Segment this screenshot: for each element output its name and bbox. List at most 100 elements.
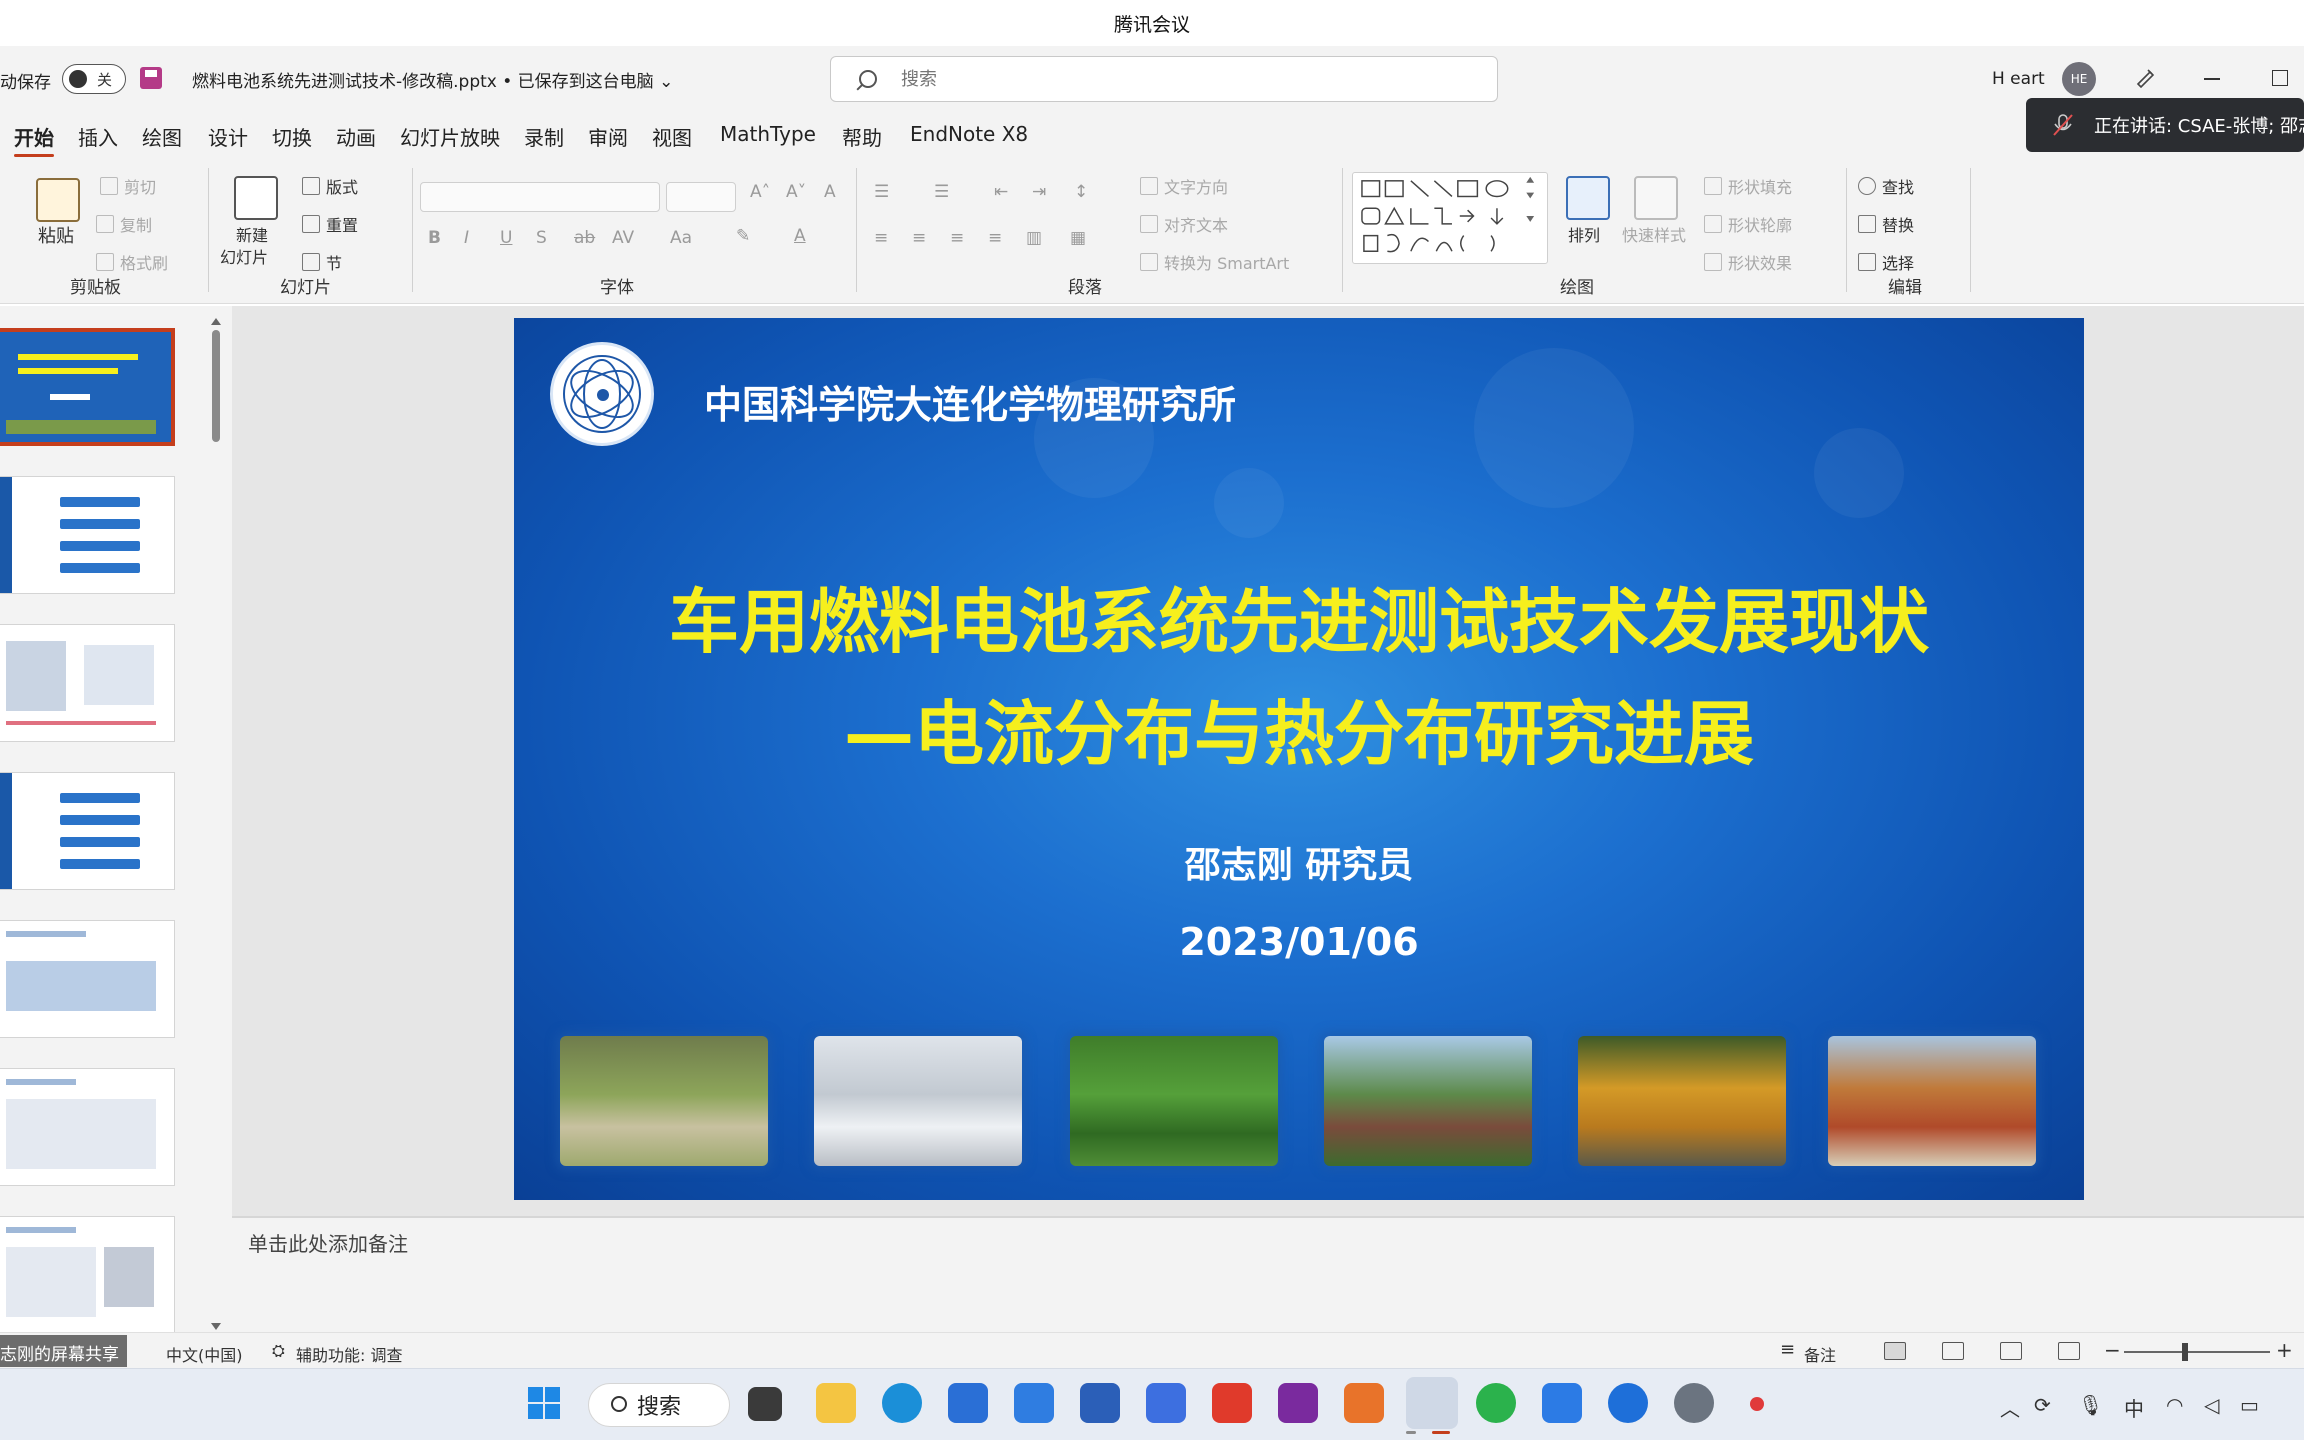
slide-thumbnail[interactable] <box>0 1068 175 1186</box>
strikethrough-icon[interactable]: ab <box>574 228 595 248</box>
format-painter-button[interactable]: 格式刷 <box>96 250 168 274</box>
tab-transitions[interactable]: 切换 <box>272 122 312 151</box>
ime-indicator[interactable]: 中 <box>2124 1393 2144 1422</box>
zoom-in-button[interactable]: + <box>2276 1338 2293 1362</box>
slide-thumbnail[interactable] <box>0 476 175 594</box>
shape-fill-button[interactable]: 形状填充 <box>1704 174 1792 198</box>
normal-view-icon[interactable] <box>1884 1342 1906 1360</box>
tray-chevron-icon[interactable]: ︿ <box>2000 1393 2020 1422</box>
taskbar-search[interactable]: 搜索 <box>588 1383 730 1427</box>
find-button[interactable]: 查找 <box>1858 174 1914 198</box>
copy-button[interactable]: 复制 <box>96 212 152 236</box>
institute-name[interactable]: 中国科学院大连化学物理研究所 <box>704 374 1236 429</box>
thumbnail-scrollbar[interactable] <box>210 318 222 1330</box>
campus-photo-winter[interactable] <box>814 1036 1022 1166</box>
language-status[interactable]: 中文(中国) <box>166 1342 243 1366</box>
paste-button[interactable]: 粘贴 <box>38 222 74 248</box>
slide-author[interactable]: 邵志刚 研究员 <box>514 836 2084 888</box>
font-size-box[interactable] <box>666 182 736 212</box>
align-text-button[interactable]: 对齐文本 <box>1140 212 1228 236</box>
reading-view-icon[interactable] <box>2000 1342 2022 1360</box>
document-title[interactable]: 燃料电池系统先进测试技术-修改稿.pptx • 已保存到这台电脑 ⌄ <box>192 67 673 92</box>
increase-indent-icon[interactable]: ⇥ <box>1032 182 1046 202</box>
wifi-icon[interactable]: ◠ <box>2166 1393 2183 1417</box>
clear-format-icon[interactable]: A <box>824 182 836 202</box>
matlab-icon[interactable] <box>1344 1383 1384 1423</box>
numbering-icon[interactable]: ☰ <box>934 182 949 202</box>
meeting-app-icon[interactable] <box>1542 1383 1582 1423</box>
word-icon[interactable] <box>1080 1383 1120 1423</box>
slide-title[interactable]: 车用燃料电池系统先进测试技术发展现状 <box>514 566 2084 667</box>
wps-icon[interactable] <box>1212 1383 1252 1423</box>
search-input[interactable] <box>901 65 1461 93</box>
italic-button[interactable]: I <box>464 228 469 248</box>
search-box[interactable] <box>830 56 1498 102</box>
tab-insert[interactable]: 插入 <box>78 122 118 151</box>
active-app-icon[interactable] <box>1406 1377 1458 1429</box>
quick-styles-icon[interactable] <box>1634 176 1678 220</box>
slide-sorter-icon[interactable] <box>1942 1342 1964 1360</box>
tab-view[interactable]: 视图 <box>652 122 692 151</box>
shape-effects-button[interactable]: 形状效果 <box>1704 250 1792 274</box>
wechat-icon[interactable] <box>1476 1383 1516 1423</box>
shadow-button[interactable]: S <box>536 228 547 248</box>
save-icon[interactable] <box>140 67 162 89</box>
slide-thumbnail[interactable] <box>0 1216 175 1334</box>
replace-button[interactable]: 替换 <box>1858 212 1914 236</box>
avatar[interactable]: HE <box>2062 62 2096 96</box>
campus-photo-buildings[interactable] <box>1324 1036 1532 1166</box>
arrange-button[interactable]: 排列 <box>1568 222 1600 246</box>
edge-icon[interactable] <box>882 1383 922 1423</box>
campus-photo-street[interactable] <box>1828 1036 2036 1166</box>
shapes-gallery[interactable] <box>1352 172 1548 264</box>
settings-icon[interactable] <box>1674 1383 1714 1423</box>
sync-icon[interactable]: ⟳ <box>2034 1393 2051 1417</box>
autosave-toggle[interactable]: 关 <box>62 64 126 94</box>
select-button[interactable]: 选择 <box>1858 250 1914 274</box>
campus-photo-autumn[interactable] <box>1578 1036 1786 1166</box>
tab-draw[interactable]: 绘图 <box>142 122 182 151</box>
align-left-icon[interactable]: ≡ <box>874 228 888 248</box>
sogou-icon[interactable] <box>1608 1383 1648 1423</box>
minimize-button[interactable] <box>2204 78 2220 80</box>
scroll-thumb[interactable] <box>212 330 220 442</box>
tab-help[interactable]: 帮助 <box>842 122 882 151</box>
notes-toggle[interactable]: 备注 <box>1804 1342 1836 1366</box>
new-slide-label-1[interactable]: 新建 <box>236 222 268 246</box>
pen-icon[interactable] <box>2134 66 2156 88</box>
campus-photo-summer[interactable] <box>1070 1036 1278 1166</box>
paste-icon[interactable] <box>36 178 80 222</box>
underline-button[interactable]: U <box>500 228 512 248</box>
zoom-out-button[interactable]: − <box>2104 1338 2121 1362</box>
smartart-button[interactable]: 转换为 SmartArt <box>1140 250 1289 274</box>
user-name[interactable]: H eart <box>1992 69 2045 89</box>
tab-design[interactable]: 设计 <box>208 122 248 151</box>
shape-outline-button[interactable]: 形状轮廓 <box>1704 212 1792 236</box>
columns-icon[interactable]: ▦ <box>1070 228 1086 248</box>
windows-start-icon[interactable] <box>524 1383 564 1423</box>
volume-icon[interactable]: ◁ <box>2204 1393 2219 1417</box>
slide-thumbnail[interactable] <box>0 328 175 446</box>
text-direction-button[interactable]: 文字方向 <box>1140 174 1228 198</box>
font-name-box[interactable] <box>420 182 660 212</box>
campus-photo-spring[interactable] <box>560 1036 768 1166</box>
decrease-indent-icon[interactable]: ⇤ <box>994 182 1008 202</box>
zoom-slider-thumb[interactable] <box>2182 1343 2188 1361</box>
font-color-icon[interactable]: A <box>794 226 806 246</box>
current-slide[interactable]: 中国科学院大连化学物理研究所 车用燃料电池系统先进测试技术发展现状 —电流分布与… <box>514 318 2084 1200</box>
tab-animations[interactable]: 动画 <box>336 122 376 151</box>
battery-icon[interactable]: ▭ <box>2240 1393 2259 1417</box>
record-icon[interactable] <box>1750 1397 1764 1411</box>
tab-endnote[interactable]: EndNote X8 <box>910 122 1028 146</box>
scroll-down-icon[interactable] <box>211 1323 221 1330</box>
mic-icon[interactable]: 🎙 <box>2078 1393 2103 1417</box>
restore-button[interactable] <box>2272 70 2288 86</box>
slide-thumbnail[interactable] <box>0 624 175 742</box>
cut-button[interactable]: 剪切 <box>100 174 156 198</box>
arrange-icon[interactable] <box>1566 176 1610 220</box>
spacing-icon[interactable]: AV <box>612 228 634 248</box>
highlight-icon[interactable]: ✎ <box>736 226 750 246</box>
justify-icon[interactable]: ≡ <box>988 228 1002 248</box>
accessibility-status[interactable]: 辅助功能: 调查 <box>296 1342 402 1366</box>
slide-subtitle[interactable]: —电流分布与热分布研究进展 <box>514 678 2084 779</box>
